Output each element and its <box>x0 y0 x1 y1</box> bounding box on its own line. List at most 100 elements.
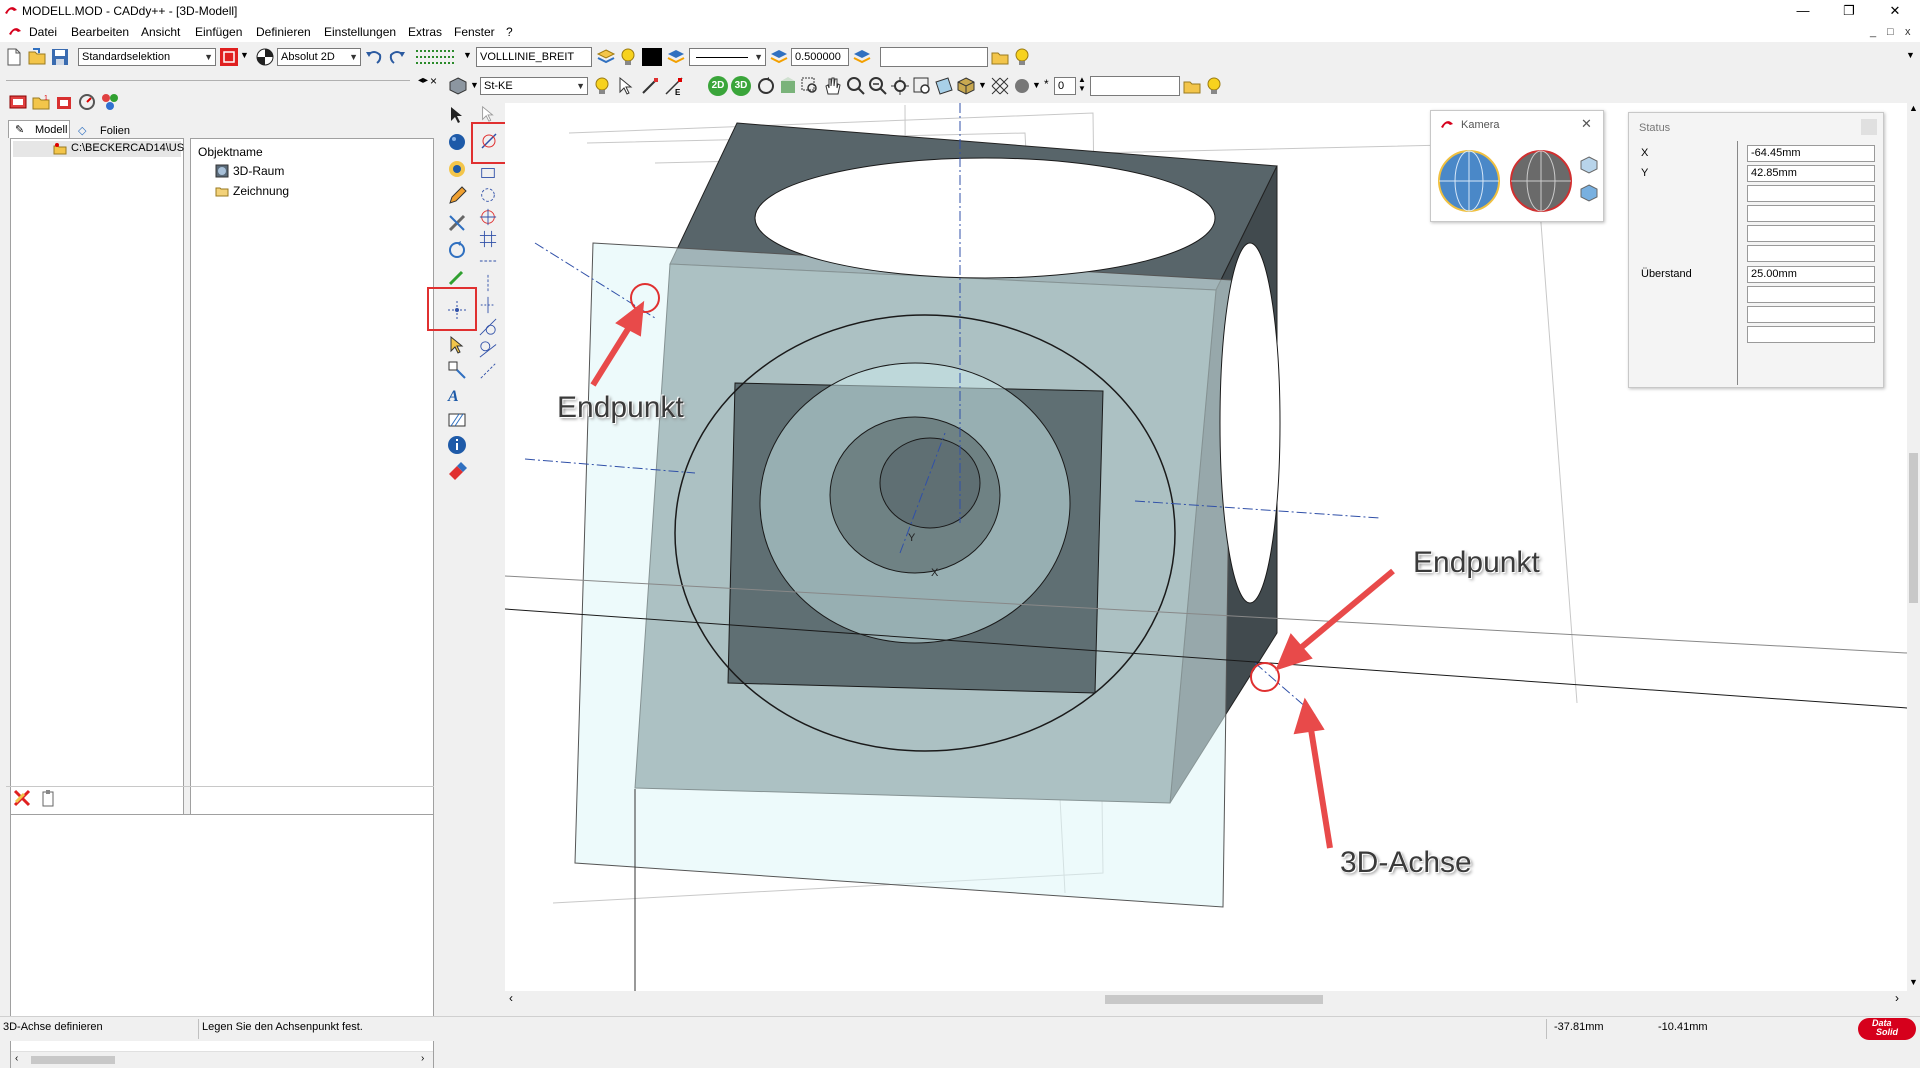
menu-bearbeiten[interactable]: Bearbeiten <box>71 25 129 39</box>
delete-cross-icon[interactable] <box>12 788 32 808</box>
dropdown-arrow-icon[interactable]: ▼ <box>470 80 479 90</box>
grid-icon[interactable] <box>414 47 458 67</box>
view-extra-input[interactable] <box>1090 76 1180 96</box>
section-plane-icon[interactable] <box>934 76 954 96</box>
canvas-vertical-scrollbar[interactable]: ▲ ▼ <box>1907 103 1920 991</box>
line-endpoint-icon[interactable]: E <box>664 76 684 96</box>
mdi-restore-button[interactable]: □ <box>1887 26 1894 38</box>
folder-layers-icon[interactable] <box>1182 76 1202 96</box>
3d-axis-tool-icon[interactable] <box>479 131 499 151</box>
scroll-right-icon[interactable]: › <box>1895 991 1899 1005</box>
circle-dashed-icon[interactable] <box>479 186 497 204</box>
coordinate-origin-icon[interactable] <box>255 47 275 67</box>
hatch-grid-icon[interactable] <box>990 76 1010 96</box>
status-value-x[interactable]: -64.45mm <box>1747 145 1875 162</box>
asterisk-icon[interactable]: * <box>1044 77 1049 91</box>
status-value-empty[interactable] <box>1747 306 1875 323</box>
sphere-icon[interactable] <box>1012 76 1032 96</box>
zoom-out-icon[interactable] <box>868 76 888 96</box>
layer-stack-icon[interactable] <box>852 47 872 67</box>
menu-definieren[interactable]: Definieren <box>256 25 311 39</box>
redo-icon[interactable] <box>387 47 407 67</box>
minimize-button[interactable]: — <box>1780 0 1826 22</box>
status-value-ueberstand[interactable]: 25.00mm <box>1747 266 1875 283</box>
mdi-minimize-button[interactable]: _ <box>1870 26 1876 38</box>
tools-icon[interactable] <box>447 213 467 233</box>
menu-einstellungen[interactable]: Einstellungen <box>324 25 396 39</box>
layer-stack-icon[interactable] <box>666 47 686 67</box>
tab-modell[interactable]: ✎ Modell <box>8 120 70 138</box>
open-file-icon[interactable] <box>27 47 47 67</box>
layer-cube-icon[interactable] <box>448 76 468 96</box>
status-value-empty[interactable] <box>1747 326 1875 343</box>
rotate-view-icon[interactable] <box>756 76 776 96</box>
selection-mode-select[interactable]: Standardselektion ▼ <box>78 48 216 66</box>
properties-icon[interactable] <box>100 92 120 112</box>
dropdown-arrow-icon[interactable]: ▼ <box>240 50 249 60</box>
status-value-empty[interactable] <box>1747 185 1875 202</box>
panel-pin-icon[interactable]: ◂▸ <box>418 75 428 86</box>
select-ghost-icon[interactable] <box>479 105 497 123</box>
status-value-empty[interactable] <box>1747 245 1875 262</box>
tree-item-zeichnung[interactable]: Zeichnung <box>215 183 365 199</box>
new-file-icon[interactable] <box>4 47 24 67</box>
view-3d-button[interactable]: 3D <box>731 76 751 96</box>
zoom-window-icon[interactable] <box>800 76 820 96</box>
scroll-down-icon[interactable]: ▼ <box>1909 977 1918 987</box>
rectangle-tool-icon[interactable] <box>479 164 497 182</box>
sphere-body-icon[interactable] <box>447 132 467 152</box>
menu-einfuegen[interactable]: Einfügen <box>195 25 242 39</box>
hatch-tool-icon[interactable] <box>447 410 467 430</box>
close-button[interactable]: ✕ <box>1872 0 1918 22</box>
extra-input-field[interactable] <box>880 47 988 67</box>
snap-pen-icon[interactable] <box>640 76 660 96</box>
view-cube-small-icon[interactable] <box>1579 183 1599 203</box>
menu-datei[interactable]: Datei <box>29 25 57 39</box>
status-value-empty[interactable] <box>1747 286 1875 303</box>
grid-cross-icon[interactable] <box>479 230 497 248</box>
solid-cube-icon[interactable] <box>956 76 976 96</box>
view-cube-icon[interactable] <box>1579 155 1599 175</box>
render-view-icon[interactable] <box>778 76 798 96</box>
scroll-left-icon[interactable]: ‹ <box>15 1053 18 1064</box>
camera-close-button[interactable]: ✕ <box>1581 116 1592 132</box>
select-arrow-icon[interactable] <box>447 105 467 125</box>
pan-hand-icon[interactable] <box>822 76 842 96</box>
step-value-field[interactable]: 0 <box>1054 77 1076 95</box>
menu-help[interactable]: ? <box>506 25 513 39</box>
status-value-y[interactable]: 42.85mm <box>1747 165 1875 182</box>
parallel-line-icon[interactable] <box>479 296 497 314</box>
layer-stack-icon[interactable] <box>596 47 616 67</box>
mdi-close-button[interactable]: x <box>1905 26 1911 38</box>
canvas-horizontal-scrollbar[interactable]: ‹ › <box>505 991 1907 1007</box>
status-value-empty[interactable] <box>1747 225 1875 242</box>
layer-stack-icon[interactable] <box>769 47 789 67</box>
dropdown-arrow-icon[interactable]: ▼ <box>463 50 472 60</box>
vertical-line-icon[interactable] <box>479 274 497 292</box>
eraser-icon[interactable] <box>447 460 467 480</box>
camera-rotate-globe-icon[interactable] <box>1507 147 1575 215</box>
line-width-field[interactable]: 0.500000 <box>791 48 849 66</box>
layer-select[interactable]: St-KE ▼ <box>480 77 588 95</box>
panel-close-icon[interactable]: × <box>430 74 437 88</box>
cursor-select-icon[interactable] <box>616 76 636 96</box>
menu-fenster[interactable]: Fenster <box>454 25 495 39</box>
linetype-name-field[interactable]: VOLLLINIE_BREIT <box>476 47 592 67</box>
spin-buttons[interactable]: ▲ ▼ <box>1078 75 1086 93</box>
view-2d-button[interactable]: 2D <box>708 76 728 96</box>
lightbulb-icon[interactable] <box>1012 47 1032 67</box>
model-view-icon[interactable] <box>8 92 28 112</box>
line-style-select[interactable]: ▼ <box>689 48 766 66</box>
save-icon[interactable] <box>50 47 70 67</box>
menu-extras[interactable]: Extras <box>408 25 442 39</box>
status-value-empty[interactable] <box>1747 205 1875 222</box>
circle-center-icon[interactable] <box>479 208 497 226</box>
zoom-in-icon[interactable] <box>846 76 866 96</box>
status-window-button[interactable] <box>1861 119 1877 135</box>
horizontal-line-icon[interactable] <box>479 252 497 270</box>
zoom-all-icon[interactable] <box>890 76 910 96</box>
dropdown-arrow-icon[interactable]: ▼ <box>978 80 987 90</box>
info-icon[interactable] <box>447 435 467 455</box>
tree-item-3d-raum[interactable]: 3D-Raum <box>215 163 365 179</box>
color-swatch[interactable] <box>642 48 662 66</box>
